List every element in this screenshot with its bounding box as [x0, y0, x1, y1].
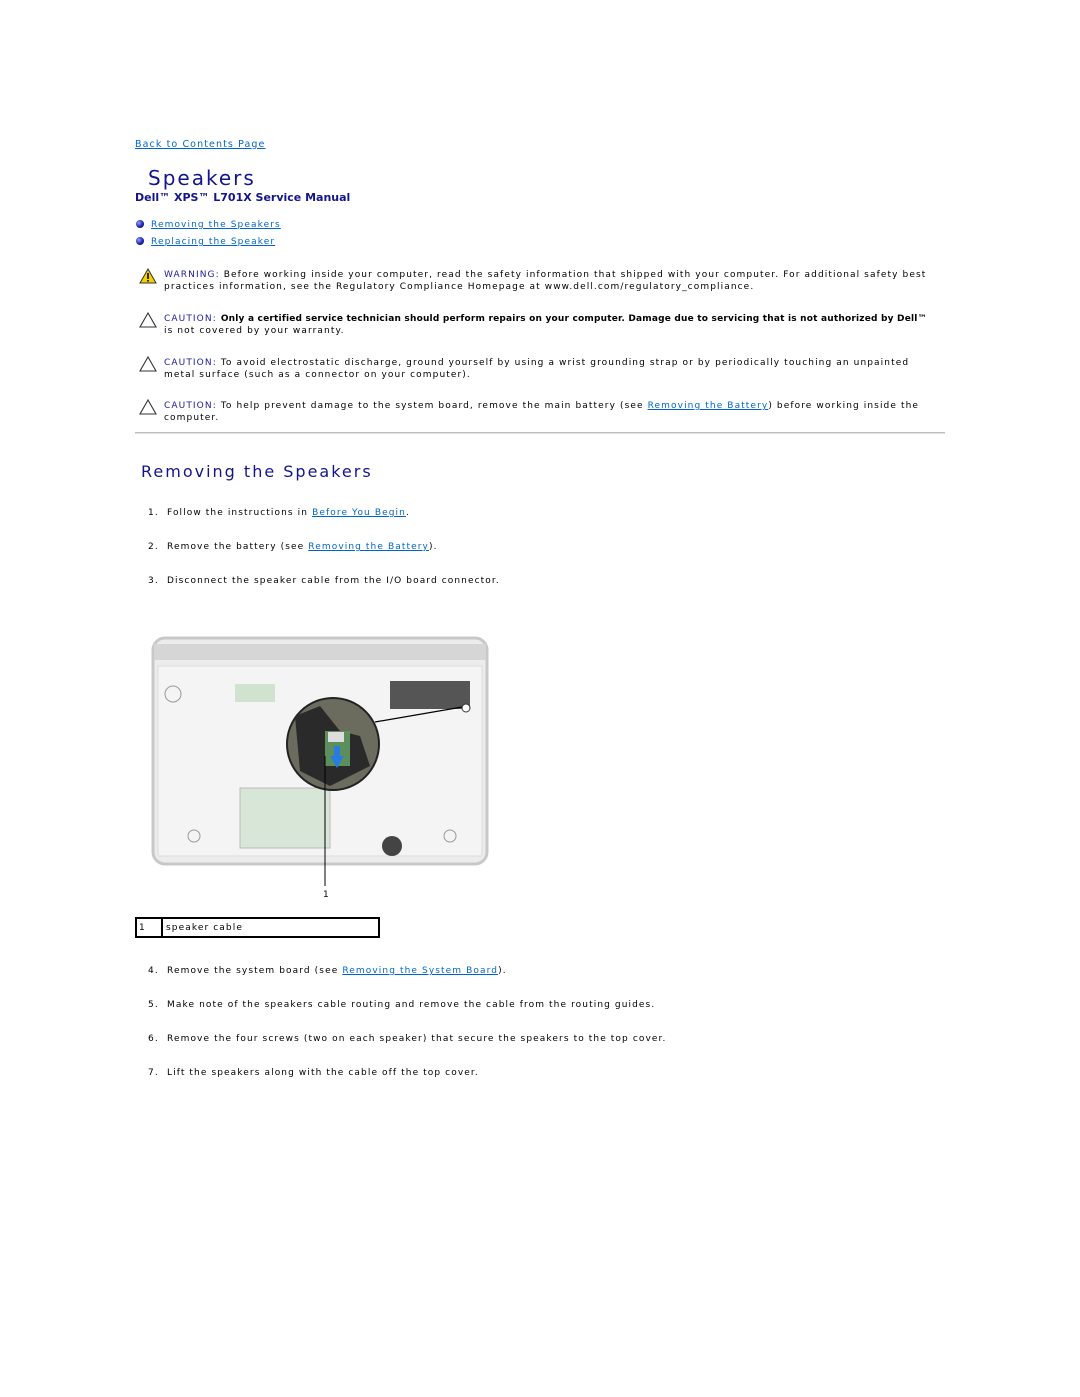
caution-icon [139, 312, 157, 328]
bullet-icon [136, 220, 144, 228]
bullet-icon [136, 237, 144, 245]
removing-system-board-link[interactable]: Removing the System Board [342, 966, 498, 976]
step: 5. Make note of the speakers cable routin… [148, 1000, 656, 1010]
manual-subtitle: Dell™ XPS™ L701X Service Manual [135, 191, 351, 204]
page: Back to Contents Page Speakers Dell™ XPS… [0, 0, 1080, 1397]
toc-link-removing[interactable]: Removing the Speakers [151, 220, 281, 230]
section-title: Removing the Speakers [141, 462, 373, 481]
legend-table: 1 speaker cable [135, 917, 380, 938]
caution-icon [139, 399, 157, 415]
step: 1. Follow the instructions in Before You … [148, 508, 410, 518]
step: 3. Disconnect the speaker cable from the … [148, 576, 500, 586]
caution-icon [139, 356, 157, 372]
caution-notice: CAUTION: Only a certified service techni… [164, 314, 927, 336]
toc-link-replacing[interactable]: Replacing the Speaker [151, 237, 275, 247]
figure-callout: 1 [323, 890, 329, 900]
step: 6. Remove the four screws (two on each sp… [148, 1034, 667, 1044]
warning-notice: WARNING: Before working inside your comp… [164, 270, 927, 292]
step: 2. Remove the battery (see Removing the B… [148, 542, 438, 552]
divider [135, 432, 945, 434]
speaker-cable-figure: 1 [151, 636, 489, 900]
caution-notice: CAUTION: To avoid electrostatic discharg… [164, 358, 910, 380]
removing-battery-link[interactable]: Removing the Battery [648, 401, 769, 411]
caution-notice: CAUTION: To help prevent damage to the s… [164, 401, 920, 423]
table-row: 1 speaker cable [135, 917, 380, 938]
step: 7. Lift the speakers along with the cable… [148, 1068, 479, 1078]
page-title: Speakers [148, 166, 256, 190]
before-you-begin-link[interactable]: Before You Begin [312, 508, 406, 518]
step: 4. Remove the system board (see Removing … [148, 966, 507, 976]
back-to-contents-link[interactable]: Back to Contents Page [135, 139, 266, 150]
warning-icon [139, 268, 157, 284]
removing-battery-link[interactable]: Removing the Battery [308, 542, 429, 552]
